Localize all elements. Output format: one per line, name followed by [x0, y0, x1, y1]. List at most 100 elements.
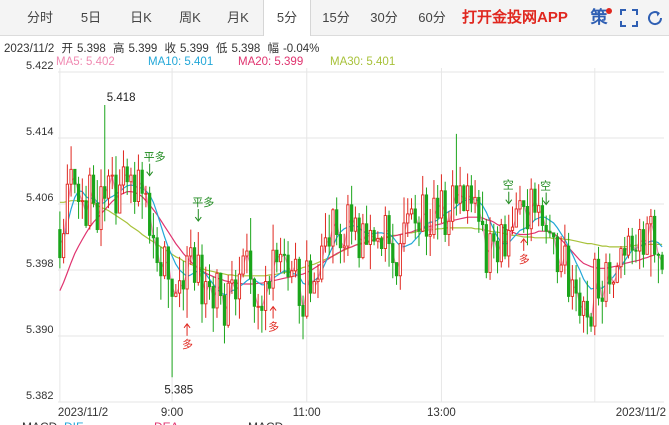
candle-down [555, 236, 559, 273]
candle-down [103, 186, 107, 199]
candle-down [58, 229, 62, 259]
candle-up [278, 253, 283, 263]
candle-down [249, 250, 253, 280]
candle-up [488, 233, 492, 273]
signal-label: 多 [519, 252, 530, 266]
candle-up [451, 185, 455, 222]
candle-down [155, 237, 159, 264]
candle-down [454, 185, 458, 204]
candle-down [151, 234, 155, 239]
candle-down [630, 235, 634, 251]
candle-down [335, 209, 339, 235]
candle-down [413, 208, 417, 224]
candlestick-chart: 5.422 5.414 5.406 5.398 5.390 5.382 2023/11/2 9… [22, 60, 666, 425]
candle-up [99, 186, 103, 231]
candle-down [492, 233, 496, 242]
candle-up [204, 281, 208, 305]
candle-down [140, 169, 144, 194]
candle-down [159, 262, 163, 277]
candle-down [301, 305, 305, 317]
candle-up [529, 188, 533, 230]
signal-label: 平多 [144, 150, 166, 164]
y-tick-label: 5.390 [26, 324, 54, 336]
candle-down [308, 260, 313, 294]
candle-up [604, 262, 608, 302]
candle-down [585, 300, 589, 318]
candle-up [88, 174, 92, 226]
candle-down [114, 174, 118, 214]
signal-label: 空 [503, 178, 514, 192]
candle-up [376, 238, 380, 242]
indicator-legend-label: MACD [248, 420, 284, 425]
candle-down [372, 229, 376, 242]
signal-label: 平多 [192, 195, 214, 209]
candle-down [552, 232, 556, 238]
candle-up [559, 264, 563, 273]
candle-up [177, 280, 182, 294]
signal-label: 空 [540, 179, 551, 193]
candle-up [499, 224, 503, 263]
candle-down [548, 230, 552, 234]
candle-down [379, 238, 384, 249]
candle-up [406, 213, 410, 224]
candle-up [110, 174, 114, 177]
candle-up [361, 223, 365, 259]
candle-up [312, 281, 316, 294]
candle-up [144, 192, 148, 195]
candle-up [514, 208, 518, 228]
candle-down [436, 197, 440, 219]
candle-up [537, 205, 541, 213]
candle-down [653, 215, 657, 255]
candle-up [439, 190, 444, 219]
candle-up [368, 229, 372, 245]
candle-down [125, 166, 129, 183]
candle-down [166, 246, 170, 280]
candle-down [387, 215, 391, 245]
candle-up [638, 229, 642, 252]
candle-up [473, 196, 477, 204]
x-tick-label: 9:00 [161, 407, 183, 419]
candle-down [477, 196, 481, 222]
candle-down [76, 183, 81, 202]
candle-up [432, 197, 436, 235]
candle-down [207, 281, 212, 287]
indicator-legend-label: MACD [22, 420, 58, 425]
candle-down [484, 224, 488, 273]
candle-down [148, 192, 152, 236]
candle-up [323, 237, 328, 247]
max-price-label: 5.418 [107, 92, 136, 104]
candle-down [91, 174, 96, 204]
candle-up [215, 272, 219, 309]
candle-down [73, 168, 77, 185]
x-tick-label: 2023/11/2 [616, 407, 666, 419]
candle-up [196, 254, 200, 283]
candle-up [626, 235, 631, 256]
candle-up [593, 258, 597, 327]
candle-up [316, 278, 320, 283]
candle-down [95, 202, 99, 231]
candle-down [391, 243, 395, 264]
candle-up [615, 266, 619, 283]
candle-down [540, 205, 545, 226]
candle-up [65, 183, 69, 235]
candle-down [462, 185, 466, 212]
x-tick-label: 13:00 [427, 407, 456, 419]
candle-up [189, 247, 193, 257]
candle-down [219, 272, 223, 297]
candle-down [394, 262, 399, 277]
candle-up [346, 204, 350, 247]
candle-up [305, 260, 309, 317]
candle-up [256, 305, 260, 308]
candle-up [649, 215, 653, 225]
candle-down [327, 237, 331, 247]
candle-down [181, 280, 185, 290]
candle-up [118, 184, 122, 214]
candle-down [350, 204, 354, 232]
y-tick-label: 5.382 [26, 390, 54, 402]
candle-down [660, 254, 664, 270]
x-tick-label: 2023/11/2 [58, 407, 108, 419]
candle-up [581, 300, 586, 316]
y-tick-label: 5.422 [26, 60, 54, 72]
signal-label: 多 [268, 320, 279, 334]
candle-up [129, 174, 133, 183]
